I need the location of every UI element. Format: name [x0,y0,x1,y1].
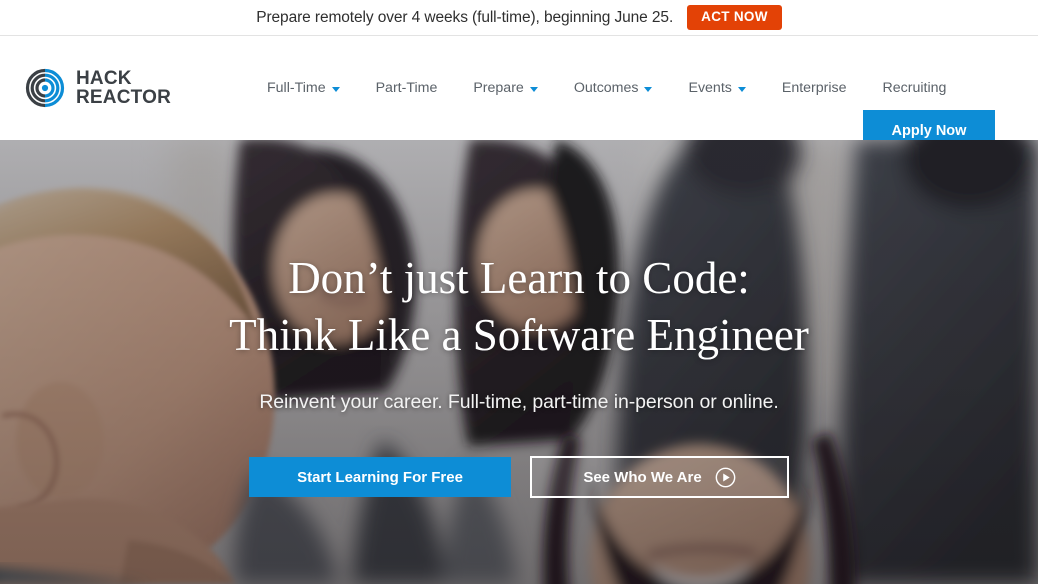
announcement-bar: Prepare remotely over 4 weeks (full-time… [0,0,1038,36]
see-who-we-are-label: See Who We Are [583,468,702,486]
nav-label: Prepare [473,80,524,96]
nav-item-prepare[interactable]: Prepare [455,80,555,96]
nav-label: Outcomes [573,80,639,96]
logo-wordmark: HACK REACTOR [76,67,171,108]
announcement-text: Prepare remotely over 4 weeks (full-time… [256,8,674,26]
hero-subheadline: Reinvent your career. Full-time, part-ti… [259,391,779,414]
nav-label: Recruiting [882,80,947,96]
hero-headline: Don’t just Learn to Code: Think Like a S… [229,250,809,364]
chevron-down-icon [331,86,340,92]
nav-item-outcomes[interactable]: Outcomes [556,80,671,96]
nav-label: Events [688,80,732,96]
hero-headline-line-1: Don’t just Learn to Code: [288,253,750,303]
nav-item-recruiting[interactable]: Recruiting [865,80,965,96]
hack-reactor-spiral-icon [24,67,66,109]
hero-cta-group: Start Learning For Free See Who We Are [249,456,789,499]
play-circle-icon [715,467,736,488]
nav-item-part-time[interactable]: Part-Time [358,80,456,96]
nav-item-events[interactable]: Events [670,80,763,96]
nav-label: Enterprise [781,80,847,96]
nav-links: Full-Time Part-Time Prepare Outcomes Eve… [249,80,964,96]
main-navigation: HACK REACTOR Full-Time Part-Time Prepare… [0,36,1038,151]
nav-label: Full-Time [267,80,326,96]
nav-label: Part-Time [375,80,438,96]
logo-line-1: HACK [76,67,132,89]
act-now-button[interactable]: ACT NOW [687,5,782,30]
hero-section: Don’t just Learn to Code: Think Like a S… [0,140,1038,584]
nav-item-full-time[interactable]: Full-Time [249,80,358,96]
logo-line-2: REACTOR [76,87,171,108]
hero-content: Don’t just Learn to Code: Think Like a S… [0,140,1038,584]
nav-item-enterprise[interactable]: Enterprise [764,80,865,96]
chevron-down-icon [529,86,538,92]
chevron-down-icon [737,86,746,92]
hero-headline-line-2: Think Like a Software Engineer [229,310,809,361]
see-who-we-are-button[interactable]: See Who We Are [530,456,789,499]
chevron-down-icon [644,86,653,92]
site-logo[interactable]: HACK REACTOR [24,67,171,109]
start-learning-for-free-button[interactable]: Start Learning For Free [249,457,511,498]
